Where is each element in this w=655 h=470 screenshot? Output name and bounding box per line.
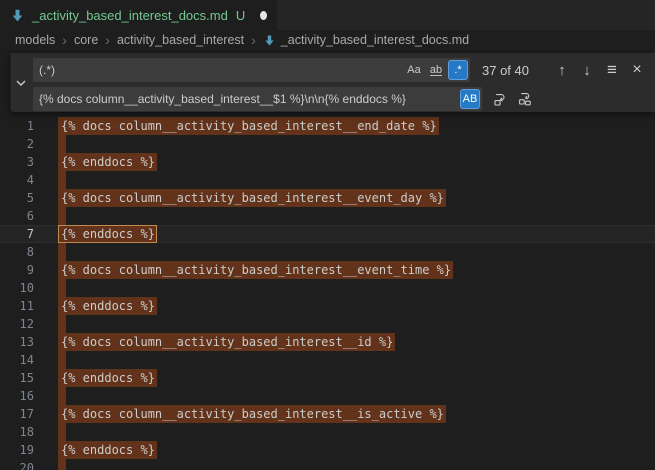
line-number: 15 xyxy=(0,369,34,387)
search-match: {% docs column__activity_based_interest_… xyxy=(58,117,439,135)
editor-line[interactable]: 8 xyxy=(0,243,655,261)
breadcrumb-item-file[interactable]: _activity_based_interest_docs.md xyxy=(263,33,469,47)
editor-line[interactable]: 16 xyxy=(0,387,655,405)
search-match: {% enddocs %} xyxy=(58,297,157,315)
search-match-empty-line xyxy=(58,279,66,297)
tab-activity-based-interest-docs[interactable]: _activity_based_interest_docs.md U xyxy=(0,0,277,30)
breadcrumb: models › core › activity_based_interest … xyxy=(0,30,655,50)
markdown-file-icon xyxy=(263,34,276,47)
current-search-match: {% enddocs %} xyxy=(58,225,157,243)
editor-line[interactable]: 13 {% docs column__activity_based_interes… xyxy=(0,333,655,351)
line-number: 5 xyxy=(0,189,34,207)
search-match-empty-line xyxy=(58,243,66,261)
editor-line[interactable]: 17 {% docs column__activity_based_interes… xyxy=(0,405,655,423)
line-number: 13 xyxy=(0,333,34,351)
git-status-badge: U xyxy=(236,8,245,23)
vscode-window: _activity_based_interest_docs.md U model… xyxy=(0,0,655,470)
line-number: 18 xyxy=(0,423,34,441)
breadcrumb-item-activity-based-interest[interactable]: activity_based_interest xyxy=(117,33,244,47)
editor-line[interactable]: 14 xyxy=(0,351,655,369)
find-query: (.*) xyxy=(39,63,402,77)
editor-line[interactable]: 4 xyxy=(0,171,655,189)
replace-button[interactable] xyxy=(489,88,511,110)
line-number: 7 xyxy=(0,225,34,243)
toggle-replace-button[interactable] xyxy=(11,53,31,112)
next-match-button[interactable]: ↓ xyxy=(576,59,598,81)
breadcrumb-item-core[interactable]: core xyxy=(74,33,98,47)
search-match: {% enddocs %} xyxy=(58,441,157,459)
editor-line[interactable]: 9 {% docs column__activity_based_interest… xyxy=(0,261,655,279)
editor-lines: 1 {% docs column__activity_based_interest… xyxy=(0,50,655,470)
search-match-empty-line xyxy=(58,423,66,441)
search-match-empty-line xyxy=(58,459,66,470)
match-count: 37 of 40 xyxy=(482,63,548,78)
regex-button[interactable]: .* xyxy=(448,60,468,80)
editor-line[interactable]: 11 {% enddocs %} xyxy=(0,297,655,315)
search-match-empty-line xyxy=(58,387,66,405)
editor-line[interactable]: 10 xyxy=(0,279,655,297)
search-match-empty-line xyxy=(58,207,66,225)
search-match: {% enddocs %} xyxy=(58,369,157,387)
tab-filename: _activity_based_interest_docs.md xyxy=(32,8,228,23)
chevron-right-icon: › xyxy=(105,32,110,48)
preserve-case-button[interactable]: AB xyxy=(460,89,480,109)
breadcrumb-filename: _activity_based_interest_docs.md xyxy=(281,33,469,47)
line-number: 1 xyxy=(0,117,34,135)
match-case-button[interactable]: Aa xyxy=(404,60,424,80)
editor-line[interactable]: 18 xyxy=(0,423,655,441)
editor-line[interactable]: 1 {% docs column__activity_based_interest… xyxy=(0,117,655,135)
close-find-widget-button[interactable]: × xyxy=(626,59,648,81)
search-match: {% docs column__activity_based_interest_… xyxy=(58,261,453,279)
line-number: 14 xyxy=(0,351,34,369)
find-input[interactable]: (.*) Aa ab .* xyxy=(33,58,470,82)
unsaved-changes-dot[interactable] xyxy=(260,11,267,20)
editor[interactable]: (.*) Aa ab .* 37 of 40 ↑ ↓ ≡ × {% docs c… xyxy=(0,50,655,470)
editor-line[interactable]: 15 {% enddocs %} xyxy=(0,369,655,387)
search-match: {% enddocs %} xyxy=(58,153,157,171)
editor-line[interactable]: 3 {% enddocs %} xyxy=(0,153,655,171)
line-number: 17 xyxy=(0,405,34,423)
replace-value: {% docs column__activity_based_interest_… xyxy=(39,92,458,106)
editor-line[interactable]: 7 {% enddocs %} xyxy=(0,225,655,243)
line-number: 9 xyxy=(0,261,34,279)
line-number: 3 xyxy=(0,153,34,171)
line-number: 2 xyxy=(0,135,34,153)
editor-line[interactable]: 5 {% docs column__activity_based_interest… xyxy=(0,189,655,207)
chevron-right-icon: › xyxy=(251,32,256,48)
find-in-selection-button[interactable]: ≡ xyxy=(601,59,623,81)
replace-input[interactable]: {% docs column__activity_based_interest_… xyxy=(33,87,482,111)
breadcrumb-item-models[interactable]: models xyxy=(15,33,55,47)
search-match: {% docs column__activity_based_interest_… xyxy=(58,405,446,423)
line-number: 19 xyxy=(0,441,34,459)
line-number: 6 xyxy=(0,207,34,225)
editor-line[interactable]: 12 xyxy=(0,315,655,333)
markdown-file-icon xyxy=(10,8,25,23)
tab-bar: _activity_based_interest_docs.md U xyxy=(0,0,655,30)
line-number: 16 xyxy=(0,387,34,405)
chevron-right-icon: › xyxy=(62,32,67,48)
editor-line[interactable]: 19 {% enddocs %} xyxy=(0,441,655,459)
find-replace-widget: (.*) Aa ab .* 37 of 40 ↑ ↓ ≡ × {% docs c… xyxy=(10,53,655,112)
editor-line[interactable]: 20 xyxy=(0,459,655,470)
search-match-empty-line xyxy=(58,315,66,333)
editor-line[interactable]: 6 xyxy=(0,207,655,225)
line-number: 20 xyxy=(0,459,34,470)
search-match-empty-line xyxy=(58,351,66,369)
search-match-empty-line xyxy=(58,171,66,189)
previous-match-button[interactable]: ↑ xyxy=(551,59,573,81)
line-number: 10 xyxy=(0,279,34,297)
whole-word-button[interactable]: ab xyxy=(426,60,446,80)
search-match: {% docs column__activity_based_interest_… xyxy=(58,189,446,207)
replace-all-button[interactable] xyxy=(514,88,536,110)
line-number: 11 xyxy=(0,297,34,315)
editor-line[interactable]: 2 xyxy=(0,135,655,153)
search-match: {% docs column__activity_based_interest_… xyxy=(58,333,395,351)
line-number: 4 xyxy=(0,171,34,189)
chevron-down-icon xyxy=(15,79,27,87)
line-number: 12 xyxy=(0,315,34,333)
search-match-empty-line xyxy=(58,135,66,153)
line-number: 8 xyxy=(0,243,34,261)
